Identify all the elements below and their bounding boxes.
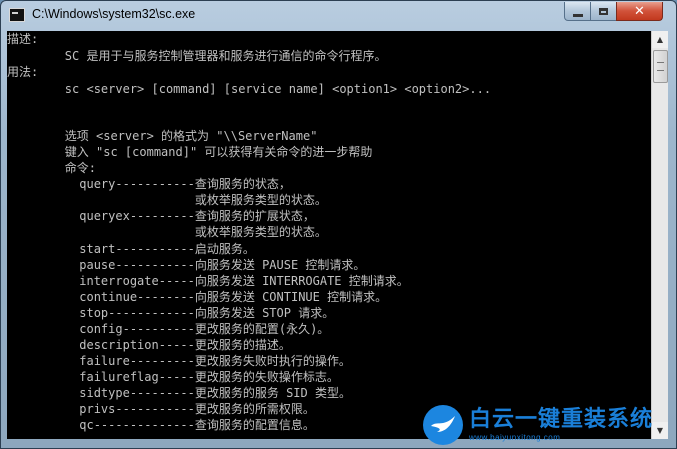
- maximize-icon: [599, 7, 608, 15]
- title-bar[interactable]: C:\Windows\system32\sc.exe ✕: [1, 1, 676, 29]
- console-line: query-----------查询服务的状态，: [7, 177, 291, 191]
- watermark: 白云一键重装系统 www.baiyunxitong.com: [423, 402, 675, 448]
- console-line: 或枚举服务类型的状态。: [7, 225, 327, 239]
- vertical-scrollbar[interactable]: ▲ ▼: [651, 31, 668, 439]
- close-button[interactable]: ✕: [616, 2, 663, 21]
- minimize-button[interactable]: [564, 2, 591, 21]
- window-title: C:\Windows\system32\sc.exe: [32, 7, 196, 21]
- close-icon: ✕: [634, 3, 645, 19]
- console-window: C:\Windows\system32\sc.exe ✕ 描述: SC 是用于与…: [0, 0, 677, 449]
- console-line: 选项 <server> 的格式为 "\\ServerName": [7, 129, 318, 143]
- console-line: sidtype---------更改服务的服务 SID 类型。: [7, 386, 351, 400]
- maximize-button[interactable]: [590, 2, 617, 21]
- console-line: failureflag-----更改服务的失败操作标志。: [7, 370, 339, 384]
- scroll-up-arrow-icon[interactable]: ▲: [652, 31, 668, 48]
- watermark-url: www.baiyunxitong.com: [469, 433, 561, 442]
- console-line: 用法:: [7, 65, 39, 79]
- console-line: config----------更改服务的配置(永久)。: [7, 322, 330, 336]
- console-line: qc--------------查询服务的配置信息。: [7, 418, 315, 432]
- console-line: interrogate-----向服务发送 INTERROGATE 控制请求。: [7, 274, 409, 288]
- scroll-thumb[interactable]: [653, 50, 668, 83]
- console-line: 或枚举服务类型的状态。: [7, 193, 327, 207]
- minimize-icon: [572, 13, 583, 17]
- console-line: 命令:: [7, 161, 97, 175]
- console-line: description-----更改服务的描述。: [7, 338, 291, 352]
- console-line: failure---------更改服务失败时执行的操作。: [7, 354, 351, 368]
- bird-logo-icon: [423, 405, 463, 445]
- console-line: continue--------向服务发送 CONTINUE 控制请求。: [7, 290, 388, 304]
- console-line: sc <server> [command] [service name] <op…: [7, 82, 492, 96]
- watermark-brand: 白云一键重装系统: [469, 407, 654, 432]
- console-line: pause-----------向服务发送 PAUSE 控制请求。: [7, 258, 366, 272]
- console-line: stop------------向服务发送 STOP 请求。: [7, 306, 335, 320]
- console-line: SC 是用于与服务控制管理器和服务进行通信的命令行程序。: [7, 49, 387, 63]
- console-line: privs-----------更改服务的所需权限。: [7, 402, 315, 416]
- console-line: queryex---------查询服务的扩展状态，: [7, 209, 315, 223]
- cmd-icon[interactable]: [9, 8, 25, 22]
- console-line: 描述:: [7, 32, 39, 46]
- console-line: 键入 "sc [command]" 可以获得有关命令的进一步帮助: [7, 145, 373, 159]
- console-line: start-----------启动服务。: [7, 242, 255, 256]
- console-output[interactable]: 描述: SC 是用于与服务控制管理器和服务进行通信的命令行程序。 用法: sc <…: [7, 31, 651, 439]
